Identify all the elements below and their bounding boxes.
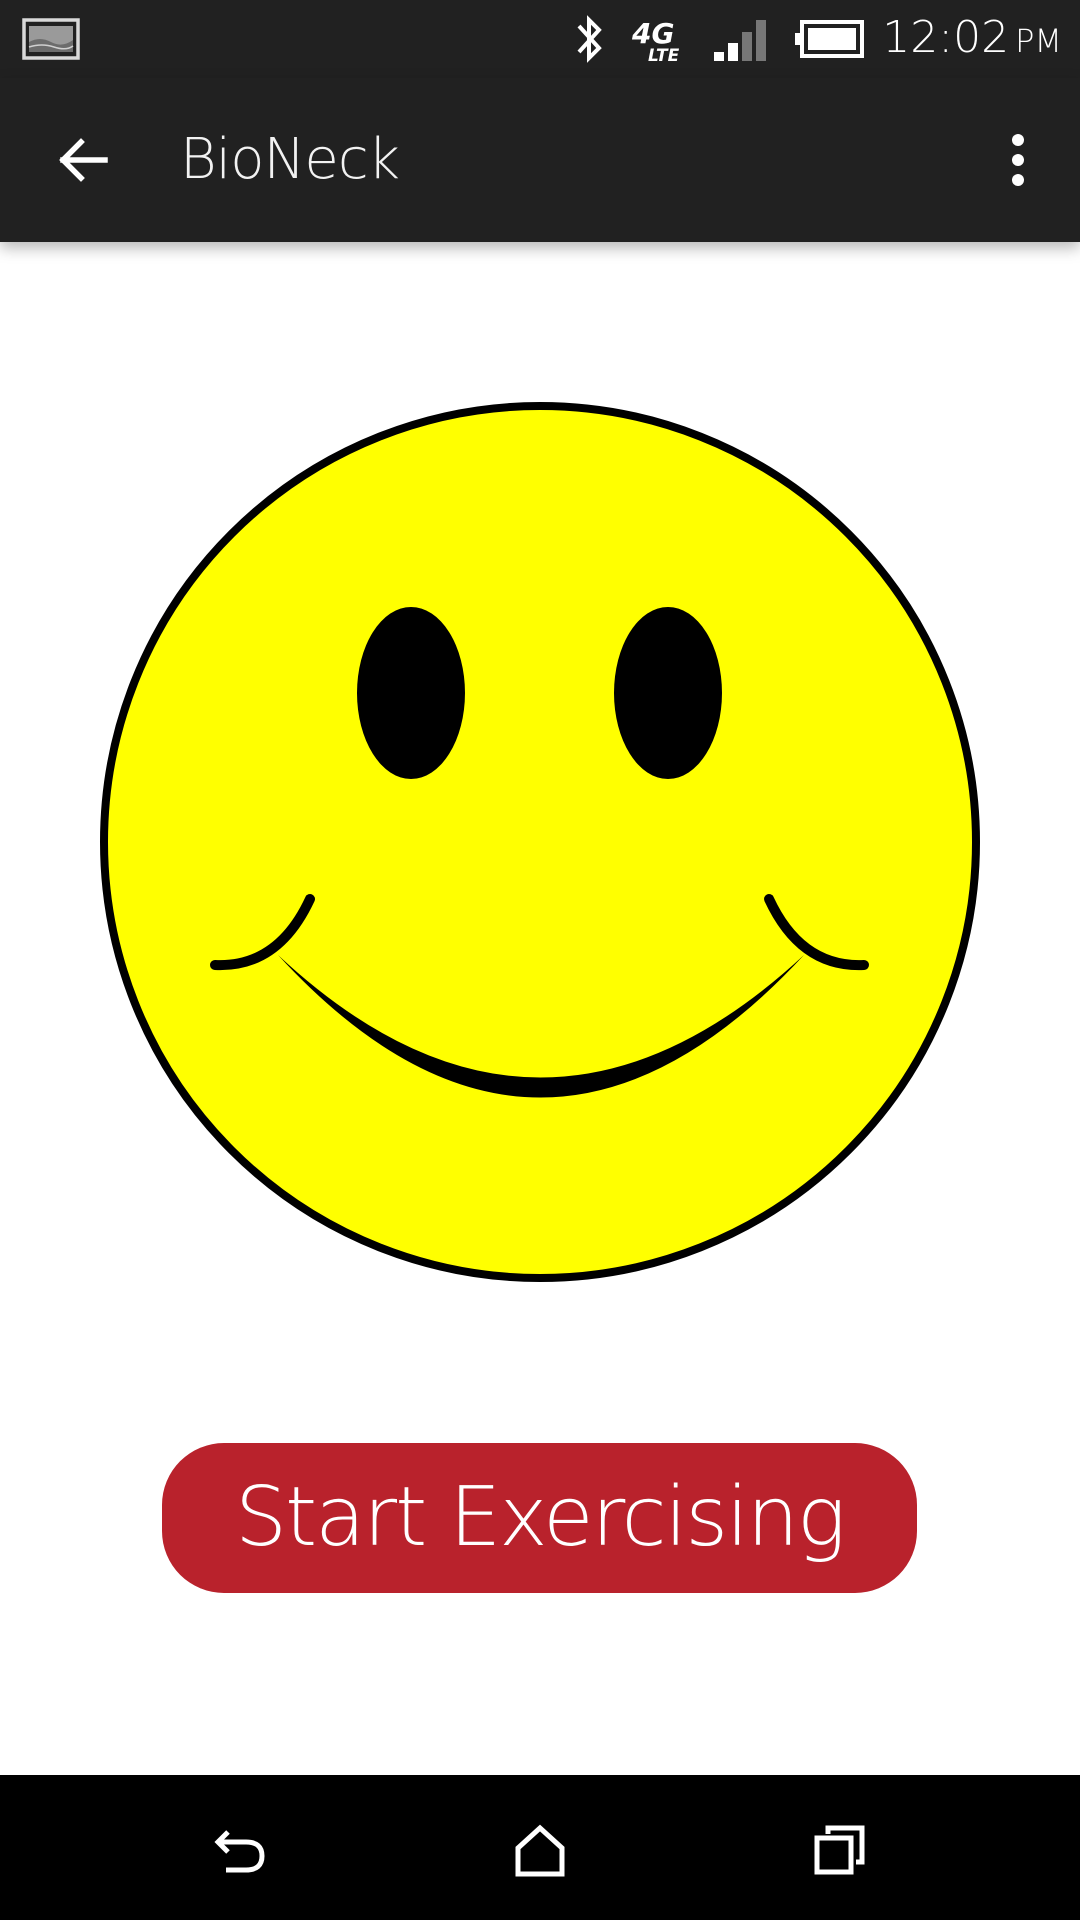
- smiley-face-image: [100, 402, 980, 1282]
- signal-icon: [714, 20, 767, 61]
- overflow-menu-button[interactable]: [986, 118, 1050, 202]
- nav-home-button[interactable]: [495, 1805, 585, 1895]
- bluetooth-icon: [577, 15, 603, 63]
- smiley-face-circle: [100, 402, 980, 1282]
- more-vert-icon: [1012, 134, 1024, 186]
- status-icons: 4G LTE 12:02 PM: [572, 0, 1062, 78]
- screen: 4G LTE 12:02 PM BioNeck Start Exercising: [0, 0, 1080, 1920]
- recents-icon: [814, 1825, 865, 1875]
- page-title: BioNeck: [180, 127, 400, 192]
- status-ampm: PM: [1015, 21, 1062, 60]
- back-icon: [214, 1830, 265, 1873]
- 4g-lte-icon: 4G LTE: [631, 17, 680, 63]
- gallery-icon: [22, 18, 80, 60]
- back-button[interactable]: [38, 118, 128, 202]
- smiley-right-eye: [614, 607, 722, 779]
- system-nav-bar: [0, 1775, 1080, 1920]
- status-time-value: 12:02: [882, 11, 1010, 63]
- home-icon: [515, 1824, 565, 1877]
- start-exercising-button[interactable]: Start Exercising: [162, 1443, 917, 1593]
- app-bar: BioNeck: [0, 78, 1080, 242]
- nav-recents-button[interactable]: [795, 1805, 885, 1895]
- battery-icon: [795, 20, 865, 58]
- nav-back-button[interactable]: [195, 1805, 285, 1895]
- status-clock: 12:02 PM: [882, 0, 1062, 80]
- smiley-left-eye: [357, 607, 465, 779]
- status-bar: 4G LTE 12:02 PM: [0, 0, 1080, 78]
- network-lte-label: LTE: [648, 46, 680, 63]
- arrow-left-icon: [59, 138, 108, 182]
